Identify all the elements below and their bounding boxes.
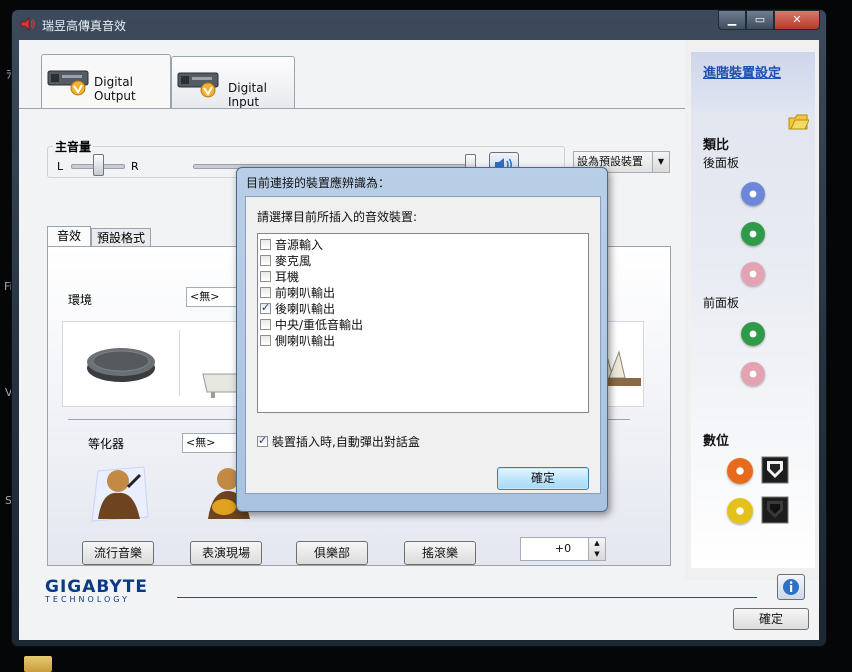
front-green-jack-icon[interactable] — [741, 322, 765, 346]
device-option-label: 後喇叭輸出 — [275, 301, 336, 316]
balance-right-label: R — [131, 160, 139, 173]
eq-preset-club-button[interactable]: 俱樂部 — [296, 541, 368, 565]
advanced-device-settings-link[interactable]: 進階裝置設定 — [703, 62, 781, 81]
side-panel-header: 進階裝置設定 — [691, 52, 815, 108]
stepper-arrows-icon[interactable]: ▲ ▼ — [588, 538, 605, 560]
footer-divider — [177, 597, 757, 598]
device-option-item[interactable]: 側喇叭輸出 — [260, 332, 335, 348]
gigabyte-logo: GIGABYTE TECHNOLOGY — [45, 577, 148, 604]
device-option-label: 耳機 — [275, 269, 300, 284]
auto-popup-option[interactable]: 裝置插入時,自動彈出對話盒 — [257, 433, 420, 450]
device-option-item[interactable]: 音源輸入 — [260, 236, 323, 252]
rear-blue-jack-icon[interactable] — [741, 182, 765, 206]
front-pink-jack-icon[interactable] — [741, 362, 765, 386]
equalizer-label: 等化器 — [88, 437, 125, 451]
folder-settings-icon[interactable] — [787, 112, 809, 132]
device-option-checkbox[interactable] — [260, 318, 271, 330]
digital-input-device-icon — [177, 72, 219, 98]
eq-preset-pop-button[interactable]: 流行音樂 — [82, 541, 154, 565]
auto-popup-label: 裝置插入時,自動彈出對話盒 — [272, 435, 420, 449]
dialog-prompt: 請選擇目前所插入的音效裝置: — [257, 210, 418, 224]
desktop-fragment: S — [5, 494, 12, 507]
main-ok-button[interactable]: 確定 — [733, 608, 809, 630]
device-option-checkbox[interactable] — [260, 286, 271, 298]
footer-bar: GIGABYTE TECHNOLOGY 確定 — [19, 574, 819, 640]
device-option-label: 側喇叭輸出 — [275, 333, 336, 348]
title-bar[interactable]: 瑞昱高傳真音效 ▁ ▭ ✕ — [12, 10, 826, 38]
karaoke-stepper[interactable]: +0 ▲ ▼ — [520, 537, 606, 561]
auto-popup-checkbox[interactable] — [257, 434, 268, 447]
optical-port-icon[interactable] — [761, 456, 789, 484]
environment-value: <無> — [190, 290, 220, 303]
desktop-fragment: ﾗ — [6, 68, 12, 81]
device-option-item[interactable]: 後喇叭輸出 — [260, 300, 335, 316]
device-option-checkbox[interactable] — [260, 238, 271, 250]
tab-digital-input[interactable]: Digital Input — [171, 56, 295, 109]
speaker-icon — [20, 17, 35, 31]
dialog-body: 請選擇目前所插入的音效裝置: 音源輸入麥克風耳機前喇叭輸出後喇叭輸出中央/重低音… — [245, 196, 601, 494]
tab-sound-effects[interactable]: 音效 — [47, 226, 91, 247]
preset-divider — [179, 330, 180, 396]
eq-preset-live-button[interactable]: 表演現場 — [190, 541, 262, 565]
folder-icon[interactable] — [24, 656, 52, 672]
rear-pink-jack-icon[interactable] — [741, 262, 765, 286]
device-option-checkbox[interactable] — [260, 270, 271, 282]
sewer-environment-icon[interactable] — [83, 340, 159, 388]
device-option-checkbox[interactable] — [260, 301, 271, 314]
device-option-label: 麥克風 — [275, 253, 312, 268]
balance-slider-thumb[interactable] — [93, 154, 104, 176]
device-option-label: 中央/重低音輸出 — [275, 317, 364, 332]
rear-green-jack-icon[interactable] — [741, 222, 765, 246]
karaoke-value: +0 — [554, 542, 572, 555]
device-option-checkbox[interactable] — [260, 334, 271, 346]
dialog-title[interactable]: 目前連接的裝置應辨識為： — [246, 174, 390, 191]
analog-section-title: 類比 — [703, 138, 730, 153]
device-option-label: 音源輸入 — [275, 237, 324, 252]
balance-left-label: L — [57, 160, 64, 173]
device-option-item[interactable]: 前喇叭輸出 — [260, 284, 335, 300]
chevron-down-icon[interactable]: ▼ — [652, 152, 669, 172]
device-option-checkbox[interactable] — [260, 254, 271, 266]
device-option-item[interactable]: 中央/重低音輸出 — [260, 316, 363, 332]
device-option-label: 前喇叭輸出 — [275, 285, 336, 300]
eq-preset-rock-button[interactable]: 搖滾樂 — [404, 541, 476, 565]
tab-divider — [19, 108, 685, 109]
coaxial-orange-jack-icon[interactable] — [727, 458, 753, 484]
equalizer-value: <無> — [186, 436, 216, 449]
environment-label: 環境 — [68, 293, 93, 307]
pop-music-singer-icon — [91, 466, 149, 522]
device-type-list[interactable]: 音源輸入麥克風耳機前喇叭輸出後喇叭輸出中央/重低音輸出側喇叭輸出 — [257, 233, 589, 413]
window-title: 瑞昱高傳真音效 — [42, 19, 127, 33]
front-panel-label: 前面板 — [703, 296, 740, 310]
connector-side-panel: 進階裝置設定 類比 後面板 前面板 數位 — [691, 52, 815, 568]
dialog-ok-button[interactable]: 確定 — [497, 467, 589, 490]
digital-output-device-icon — [47, 70, 89, 96]
digital-section-title: 數位 — [703, 434, 730, 449]
maximize-button[interactable]: ▭ — [746, 10, 774, 30]
minimize-button[interactable]: ▁ — [718, 10, 746, 30]
info-icon — [783, 579, 799, 595]
tab-digital-output[interactable]: Digital Output — [41, 54, 171, 109]
tab-label: Digital Output — [94, 75, 136, 103]
rear-panel-label: 後面板 — [703, 156, 740, 170]
tab-label: Digital Input — [228, 81, 267, 109]
master-volume-title: 主音量 — [53, 138, 94, 155]
coaxial-yellow-jack-icon[interactable] — [727, 498, 753, 524]
device-option-item[interactable]: 麥克風 — [260, 252, 311, 268]
device-option-item[interactable]: 耳機 — [260, 268, 299, 284]
close-button[interactable]: ✕ — [774, 10, 820, 30]
device-detection-dialog: 目前連接的裝置應辨識為： 請選擇目前所插入的音效裝置: 音源輸入 麥克風 耳機 前喇叭… — [236, 167, 608, 512]
tab-default-format[interactable]: 預設格式 — [91, 228, 151, 247]
optical-port-icon[interactable] — [761, 496, 789, 524]
info-button[interactable] — [777, 574, 805, 600]
brand-name: GIGABYTE — [45, 577, 148, 597]
